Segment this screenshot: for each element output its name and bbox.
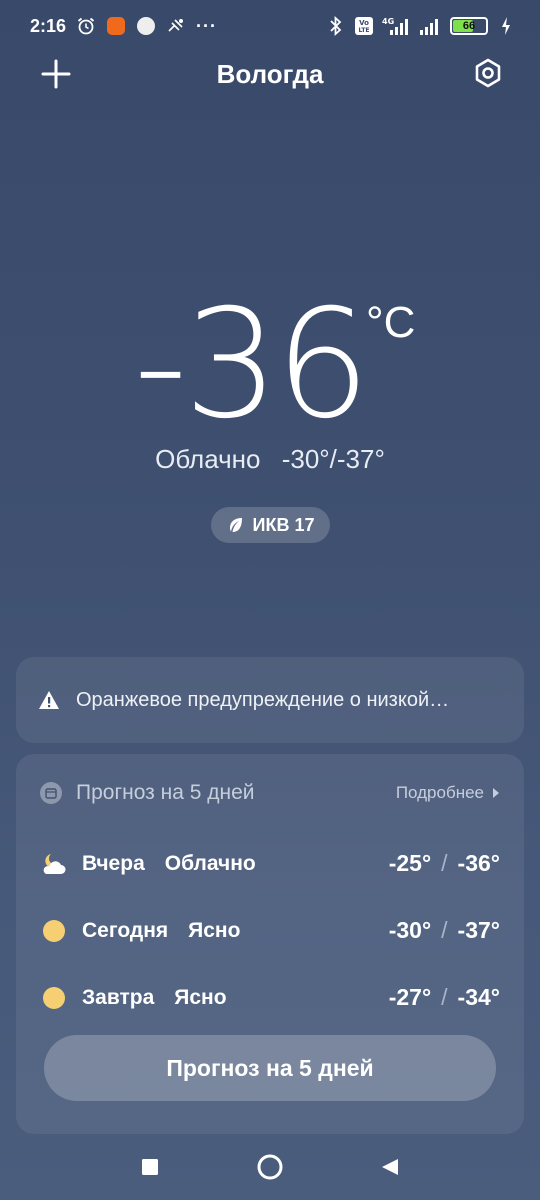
battery-icon: 66	[450, 17, 488, 35]
back-triangle-icon	[382, 1159, 398, 1175]
bluetooth-icon	[326, 16, 346, 36]
square-icon	[142, 1159, 158, 1175]
status-bar: 2:16 ··· Vo LTE 4G 66	[0, 0, 540, 52]
gear-icon	[475, 58, 501, 88]
forecast-low: -34°	[457, 984, 500, 1010]
forecast-row-yesterday[interactable]: Вчера Облачно -25° / -36°	[40, 830, 500, 897]
volte-icon: Vo LTE	[354, 16, 374, 36]
alert-text: Оранжевое предупреждение о низкой…	[76, 688, 450, 711]
app-notification-icon-2	[136, 16, 156, 36]
settings-button[interactable]	[472, 57, 504, 89]
more-notifications-icon: ···	[196, 15, 218, 36]
aqi-label: ИКВ 17	[252, 514, 315, 535]
city-title: Вологда	[216, 58, 324, 89]
forecast-low: -37°	[457, 917, 500, 943]
more-label: Подробнее	[395, 783, 484, 802]
forecast-low: -36°	[457, 850, 500, 876]
sun-icon	[43, 919, 65, 942]
top-bar: Вологда	[0, 52, 540, 96]
temp-separator: /	[441, 917, 448, 943]
five-day-forecast-button[interactable]: Прогноз на 5 дней	[44, 1035, 496, 1101]
calendar-icon	[40, 782, 62, 804]
temp-separator: /	[441, 984, 448, 1010]
status-time: 2:16	[30, 15, 67, 36]
current-range: -30°/-37°	[281, 444, 385, 474]
forecast-day: Завтра	[82, 985, 155, 1009]
warning-icon	[39, 691, 59, 709]
charging-icon	[496, 16, 516, 36]
more-link[interactable]: Подробнее	[396, 783, 500, 803]
forecast-condition: Ясно	[188, 918, 241, 942]
forecast-row-today[interactable]: Сегодня Ясно -30° / -37°	[40, 897, 500, 964]
satellite-icon	[166, 16, 186, 36]
leaf-icon	[229, 518, 242, 532]
current-description: Облачно -30°/-37°	[0, 444, 540, 475]
partly-cloudy-night-icon	[43, 853, 66, 874]
add-city-button[interactable]	[40, 58, 72, 90]
recents-button[interactable]	[135, 1152, 165, 1182]
app-notification-icon	[106, 16, 126, 36]
alarm-icon	[76, 16, 96, 36]
forecast-high: -30°	[388, 917, 432, 943]
forecast-high: -25°	[388, 850, 432, 876]
chevron-right-icon	[493, 788, 499, 798]
signal-icon	[418, 16, 442, 36]
svg-text:Vo: Vo	[359, 19, 369, 27]
current-temperature: -36 °C	[0, 290, 540, 440]
home-circle-icon	[257, 1154, 283, 1180]
navigation-bar	[0, 1134, 540, 1200]
svg-text:LTE: LTE	[358, 27, 369, 34]
forecast-card: Прогноз на 5 дней Подробнее Вчера Облачн…	[16, 754, 524, 1134]
temperature-unit: °C	[366, 298, 416, 347]
forecast-title: Прогноз на 5 дней	[76, 781, 255, 804]
temperature-value: -36	[133, 278, 371, 452]
plus-icon	[41, 59, 71, 89]
sun-icon	[43, 986, 65, 1009]
forecast-row-tomorrow[interactable]: Завтра Ясно -27° / -34°	[40, 964, 500, 1031]
temp-separator: /	[441, 850, 448, 876]
current-condition: Облачно	[155, 444, 261, 474]
weather-alert[interactable]: Оранжевое предупреждение о низкой…	[16, 657, 524, 743]
back-button[interactable]	[375, 1152, 405, 1182]
signal-4g-icon: 4G	[382, 16, 410, 36]
forecast-day: Вчера	[82, 851, 145, 875]
svg-text:4G: 4G	[382, 17, 394, 26]
aqi-badge[interactable]: ИКВ 17	[211, 507, 330, 543]
home-button[interactable]	[255, 1152, 285, 1182]
forecast-condition: Ясно	[174, 985, 227, 1009]
forecast-condition: Облачно	[164, 851, 256, 875]
forecast-day: Сегодня	[82, 918, 169, 942]
forecast-high: -27°	[388, 984, 432, 1010]
